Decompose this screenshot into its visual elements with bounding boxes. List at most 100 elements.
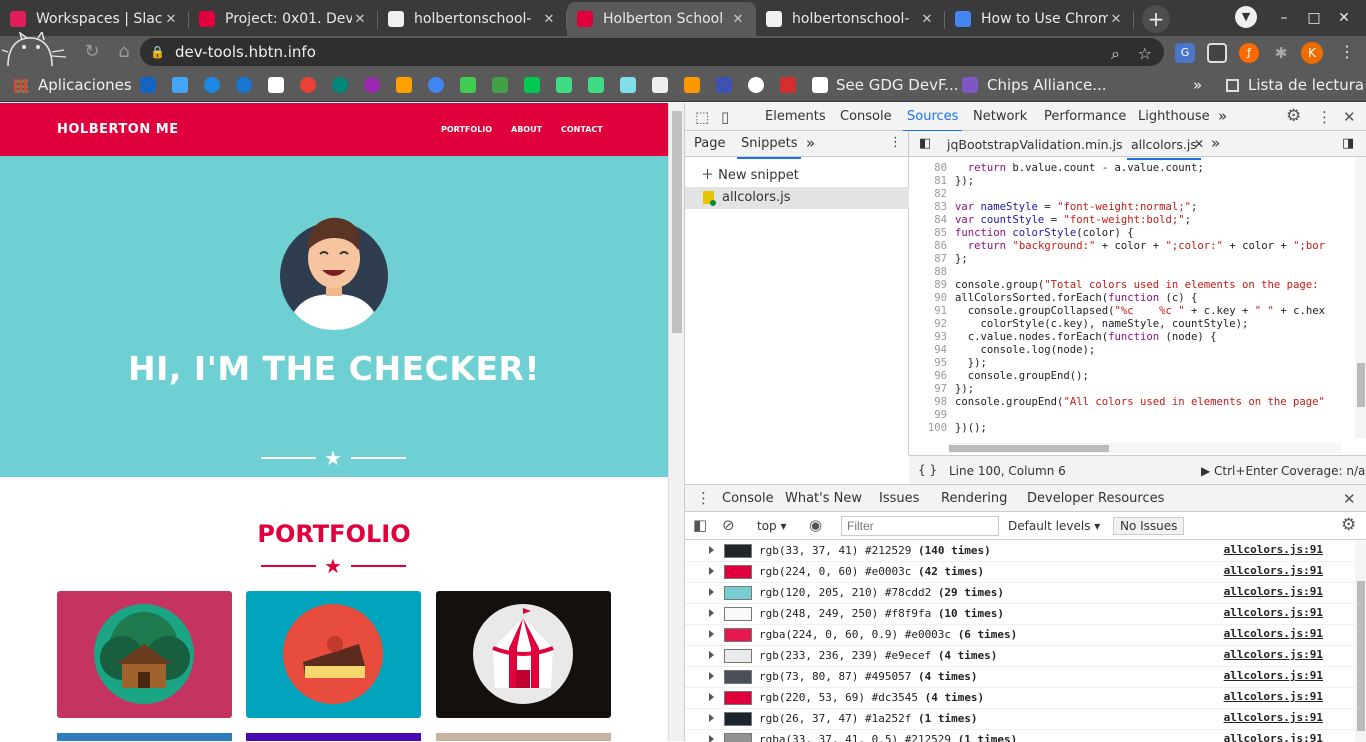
- tab-network[interactable]: Network: [973, 109, 1027, 124]
- console-log-row[interactable]: rgba(33, 37, 41, 0.5) #212529 (1 times) a…: [685, 730, 1355, 742]
- bookmark-icon[interactable]: [588, 77, 604, 93]
- console-log-row[interactable]: rgb(26, 37, 47) #1a252f (1 times) allcolo…: [685, 709, 1355, 730]
- portfolio-card-cabin[interactable]: [57, 591, 232, 718]
- editor-horizontal-scrollbar[interactable]: [949, 443, 1341, 453]
- expand-arrow-icon[interactable]: [709, 546, 714, 554]
- portfolio-card[interactable]: [57, 733, 232, 741]
- portfolio-card[interactable]: [436, 733, 611, 741]
- live-expression-eye-icon[interactable]: ◉: [809, 516, 822, 534]
- bookmark-icon[interactable]: [140, 77, 156, 93]
- close-tab-icon[interactable]: ✕: [1194, 137, 1204, 151]
- source-link[interactable]: allcolors.js:91: [1224, 627, 1323, 640]
- chips-alliance-icon[interactable]: [962, 77, 978, 93]
- expand-arrow-icon[interactable]: [709, 672, 714, 680]
- tab-console[interactable]: Console: [840, 109, 892, 124]
- menu-kebab-icon[interactable]: ⋮: [889, 135, 902, 150]
- bookmark-icon[interactable]: [780, 77, 796, 93]
- context-selector[interactable]: top ▾: [757, 519, 787, 533]
- console-log-row[interactable]: rgb(33, 37, 41) #212529 (140 times) allco…: [685, 541, 1355, 562]
- bookmark-icon[interactable]: [428, 77, 444, 93]
- bookmark-icon[interactable]: [268, 77, 284, 93]
- clear-console-icon[interactable]: ⊘: [722, 516, 735, 534]
- more-tabs-icon[interactable]: »: [1218, 107, 1227, 125]
- portfolio-card[interactable]: [246, 733, 421, 741]
- expand-arrow-icon[interactable]: [709, 651, 714, 659]
- source-link[interactable]: allcolors.js:91: [1224, 606, 1323, 619]
- gdg-icon[interactable]: [812, 77, 828, 93]
- console-log-row[interactable]: rgb(233, 236, 239) #e9ecef (4 times) allc…: [685, 646, 1355, 667]
- browser-tab[interactable]: holbertonschool- ✕: [378, 2, 567, 36]
- console-log-row[interactable]: rgb(120, 205, 210) #78cdd2 (29 times) all…: [685, 583, 1355, 604]
- home-icon[interactable]: ⌂: [110, 38, 138, 66]
- source-link[interactable]: allcolors.js:91: [1224, 690, 1323, 703]
- expand-arrow-icon[interactable]: [709, 693, 714, 701]
- browser-tab[interactable]: Workspaces | Slack ✕: [0, 2, 189, 36]
- close-tab-icon[interactable]: ✕: [541, 12, 557, 27]
- close-tab-icon[interactable]: ✕: [163, 12, 179, 27]
- editor-vertical-scrollbar[interactable]: [1355, 157, 1366, 438]
- issues-button[interactable]: No Issues: [1113, 517, 1185, 535]
- tab-elements[interactable]: Elements: [765, 109, 826, 124]
- expand-arrow-icon[interactable]: [709, 609, 714, 617]
- log-levels-dropdown[interactable]: Default levels ▾: [1008, 519, 1100, 533]
- console-log-row[interactable]: rgb(248, 249, 250) #f8f9fa (10 times) all…: [685, 604, 1355, 625]
- nav-portfolio[interactable]: PORTFOLIO: [441, 125, 492, 134]
- browser-tab[interactable]: Holberton School ✕: [567, 2, 756, 36]
- tab-page[interactable]: Page: [694, 136, 725, 151]
- bookmark-icon[interactable]: [524, 77, 540, 93]
- drawer-menu-icon[interactable]: ⋮: [696, 489, 711, 507]
- editor-tab-allcolors[interactable]: allcolors.js: [1127, 137, 1201, 160]
- close-tab-icon[interactable]: ✕: [730, 12, 746, 27]
- menu-kebab-icon[interactable]: ⋮: [1317, 108, 1332, 126]
- settings-gear-icon[interactable]: ⚙: [1286, 106, 1301, 126]
- source-link[interactable]: allcolors.js:91: [1224, 669, 1323, 682]
- maximize-button[interactable]: □: [1304, 8, 1324, 28]
- source-link[interactable]: allcolors.js:91: [1224, 711, 1323, 724]
- tab-whats-new[interactable]: What's New: [785, 491, 862, 506]
- toggle-debugger-icon[interactable]: ◨: [1342, 136, 1354, 151]
- bookmark-icon[interactable]: [172, 77, 188, 93]
- console-settings-gear-icon[interactable]: ⚙: [1341, 515, 1356, 535]
- bookmark-icon[interactable]: [652, 77, 668, 93]
- bookmark-icon[interactable]: [748, 77, 764, 93]
- reading-list[interactable]: Lista de lectura: [1248, 76, 1364, 94]
- browser-tab[interactable]: holbertonschool- ✕: [756, 2, 945, 36]
- bookmark-icon[interactable]: [204, 77, 220, 93]
- close-tab-icon[interactable]: ✕: [919, 12, 935, 27]
- bookmark-icon[interactable]: [300, 77, 316, 93]
- new-snippet-button[interactable]: ＋ New snippet: [701, 164, 799, 183]
- source-link[interactable]: allcolors.js:91: [1224, 585, 1323, 598]
- bookmark-star-icon[interactable]: ☆: [1138, 44, 1152, 63]
- tab-sources[interactable]: Sources: [902, 109, 963, 132]
- window-extension-icon[interactable]: [1207, 43, 1227, 63]
- address-bar[interactable]: 🔒 dev-tools.hbtn.info ⌕ ☆: [140, 38, 1164, 66]
- close-devtools-icon[interactable]: ✕: [1343, 108, 1356, 126]
- expand-arrow-icon[interactable]: [709, 630, 714, 638]
- bookmark-icon[interactable]: [364, 77, 380, 93]
- bookmark-icon[interactable]: [684, 77, 700, 93]
- bookmark-icon[interactable]: [460, 77, 476, 93]
- close-drawer-icon[interactable]: ✕: [1343, 490, 1356, 508]
- site-brand[interactable]: HOLBERTON ME: [57, 122, 179, 137]
- source-link[interactable]: allcolors.js:91: [1224, 543, 1323, 556]
- bookmark-icon[interactable]: [396, 77, 412, 93]
- portfolio-card-cake[interactable]: [246, 591, 421, 718]
- more-tabs-icon[interactable]: »: [806, 134, 815, 152]
- bookmarks-more-icon[interactable]: »: [1193, 76, 1202, 94]
- tab-developer-resources[interactable]: Developer Resources: [1027, 491, 1164, 506]
- device-toolbar-icon[interactable]: ▯: [721, 108, 729, 126]
- close-window-button[interactable]: ✕: [1334, 8, 1354, 28]
- new-tab-button[interactable]: +: [1142, 5, 1170, 33]
- bookmark-icon[interactable]: [236, 77, 252, 93]
- minimize-button[interactable]: –: [1274, 8, 1294, 28]
- tab-rendering[interactable]: Rendering: [941, 491, 1007, 506]
- bookmark-gdg[interactable]: See GDG DevF...: [836, 76, 959, 94]
- scrollbar-thumb[interactable]: [949, 445, 1109, 452]
- source-link[interactable]: allcolors.js:91: [1224, 648, 1323, 661]
- bookmark-icon[interactable]: [332, 77, 348, 93]
- scrollbar-thumb[interactable]: [672, 111, 682, 333]
- inspect-element-icon[interactable]: ⬚: [695, 108, 709, 126]
- menu-kebab-icon[interactable]: ⋮: [1337, 42, 1357, 62]
- browser-tab[interactable]: Project: 0x01. Dev ✕: [189, 2, 378, 36]
- sidebar-toggle-icon[interactable]: ◧: [693, 516, 707, 534]
